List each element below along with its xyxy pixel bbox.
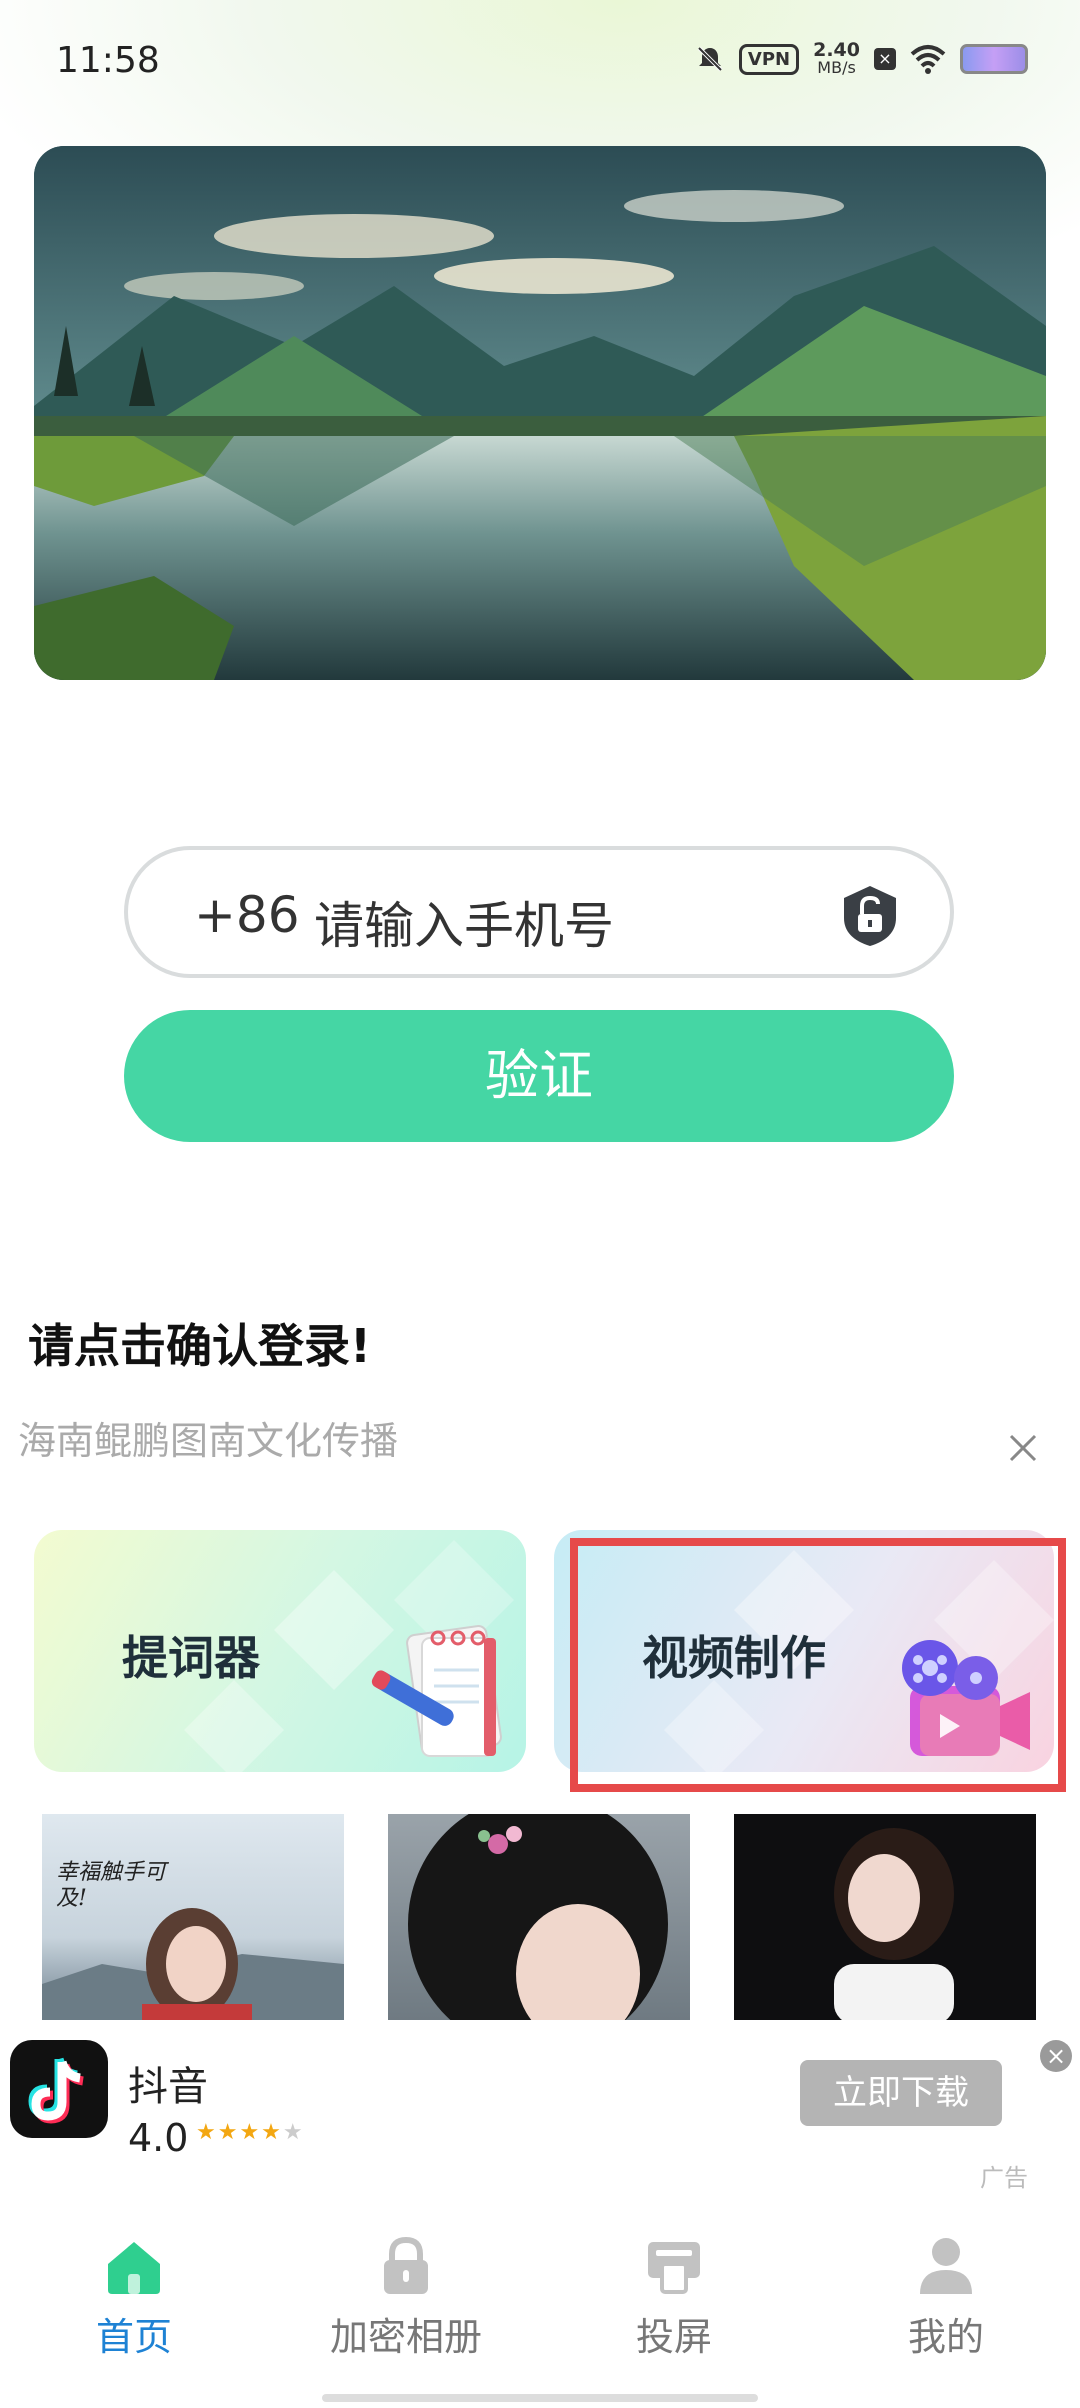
nav-label-mine: 我的 <box>907 2315 984 2359</box>
thumbnail-item[interactable]: 幸福触手可及! <box>42 1814 344 2020</box>
prompter-card[interactable]: 提词器 <box>34 1530 526 1772</box>
thumbnail-image <box>408 1814 668 2020</box>
cast-icon <box>648 2242 700 2294</box>
nav-label-cast: 投屏 <box>635 2315 712 2359</box>
speed-value: 2.40 <box>813 39 860 61</box>
star-filled: ★★★★ <box>196 2120 283 2145</box>
network-speed: 2.40 MB/s <box>813 39 860 77</box>
user-icon <box>920 2238 972 2294</box>
nav-item-mine[interactable]: 我的 <box>846 2234 1046 2361</box>
bottom-navigation: 首页 加密相册 投屏 我的 <box>0 2200 1080 2408</box>
ad-banner[interactable]: 抖音 4.0 ★★★★★ 立即下载 × 广告 <box>0 2022 1080 2192</box>
unlock-shield-icon[interactable] <box>840 884 900 948</box>
no-sim-icon: × <box>874 48 896 70</box>
thumbnail-image <box>834 1828 954 2020</box>
notepad-pen-icon <box>371 1625 502 1757</box>
nav-label-encrypted-album: 加密相册 <box>329 2315 482 2359</box>
ad-close-icon[interactable]: × <box>1040 2040 1072 2072</box>
vpn-badge: VPN <box>738 43 800 75</box>
speed-unit: MB/s <box>817 58 856 77</box>
status-time: 11:58 <box>56 40 160 81</box>
prompter-label: 提词器 <box>122 1631 260 1685</box>
verify-button[interactable]: 验证 <box>124 1010 954 1142</box>
ad-rating-value: 4.0 <box>128 2116 189 2160</box>
phone-input-field[interactable]: +86 请输入手机号 <box>124 846 954 978</box>
close-icon[interactable] <box>1005 1430 1041 1466</box>
login-prompt-text: 请点击确认登录! <box>28 1319 371 1373</box>
ad-rating-stars: ★★★★★ <box>196 2120 305 2145</box>
home-indicator[interactable] <box>322 2394 758 2402</box>
bell-muted-icon <box>697 46 723 72</box>
video-making-label: 视频制作 <box>642 1631 826 1685</box>
lock-icon <box>384 2236 428 2294</box>
ad-tag-label: 广告 <box>980 2164 1028 2192</box>
status-icons: VPN 2.40 MB/s × <box>695 39 1028 77</box>
thumbnail-caption: 幸福触手可及! <box>56 1860 167 1911</box>
douyin-app-icon[interactable] <box>10 2040 108 2138</box>
country-code[interactable]: +86 <box>194 886 300 944</box>
status-bar: 11:58 VPN 2.40 MB/s × <box>0 0 1080 120</box>
wifi-icon <box>910 45 946 74</box>
video-making-card[interactable]: 视频制作 <box>554 1530 1054 1772</box>
phone-placeholder: 请输入手机号 <box>314 897 614 955</box>
ad-app-name: 抖音 <box>128 2064 208 2110</box>
landscape-banner[interactable] <box>34 146 1046 680</box>
company-name: 海南鲲鹏图南文化传播 <box>18 1419 399 1463</box>
nav-item-home[interactable]: 首页 <box>34 2234 234 2361</box>
thumbnail-item[interactable] <box>734 1814 1036 2020</box>
thumbnail-image <box>42 1908 344 2020</box>
music-note-icon <box>28 2057 84 2124</box>
download-now-button[interactable]: 立即下载 <box>800 2060 1002 2126</box>
landscape-image <box>34 146 1046 680</box>
home-icon <box>108 2242 160 2294</box>
battery-icon <box>960 44 1028 74</box>
nav-item-cast[interactable]: 投屏 <box>574 2234 774 2361</box>
nav-item-encrypted-album[interactable]: 加密相册 <box>306 2234 506 2361</box>
nav-label-home: 首页 <box>95 2315 172 2359</box>
thumbnail-item[interactable] <box>388 1814 690 2020</box>
film-camera-icon <box>902 1640 1030 1756</box>
star-empty: ★ <box>282 2120 305 2145</box>
